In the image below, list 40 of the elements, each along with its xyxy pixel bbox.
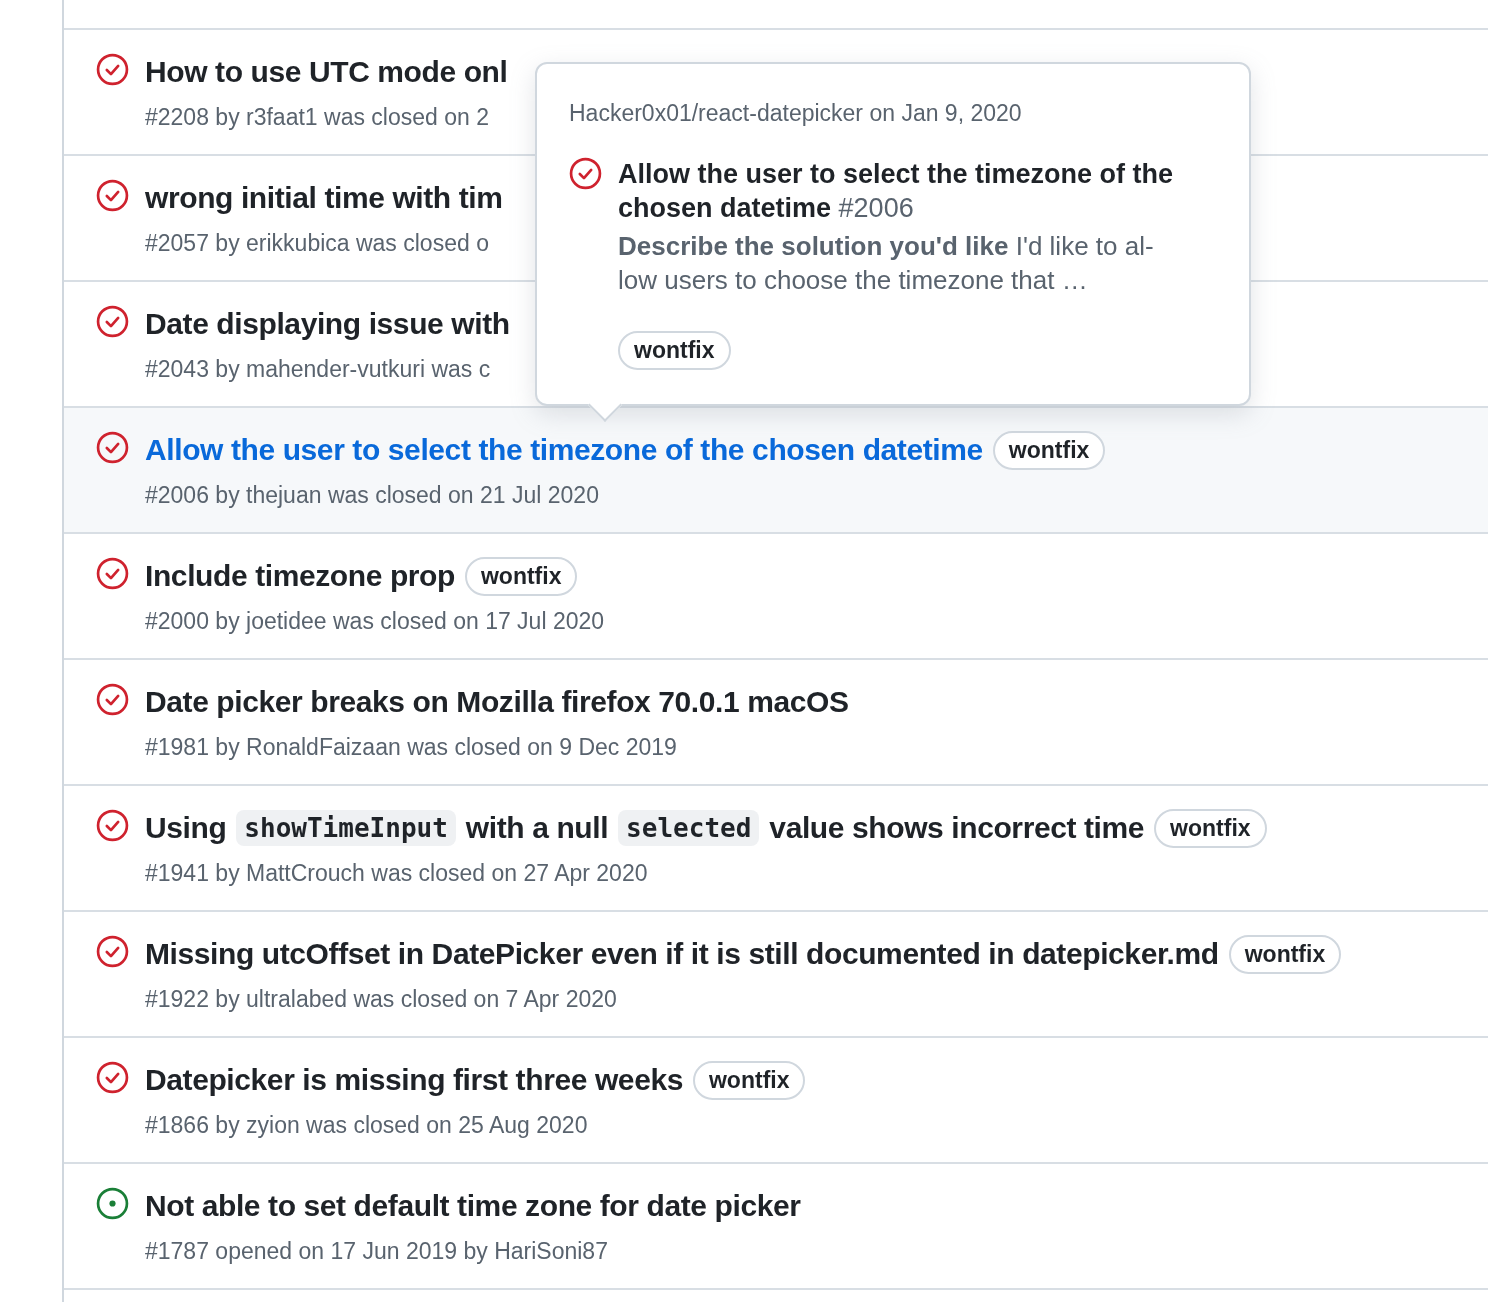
issue-meta: #1866 by zyion was closed on 25 Aug 2020 — [145, 1112, 589, 1139]
code-snippet[interactable]: selected — [618, 810, 760, 846]
label-tag[interactable]: wontfix — [618, 331, 731, 370]
issue-row[interactable]: Date picker breaks on Mozilla firefox 70.0.1 macOS #1981 by RonaldFaizaan was closed on 9 Dec 2019 — [64, 660, 1488, 786]
issue-row[interactable]: Using showTimeInput with a null selected value shows incorrect time wontfix #1941 by MattCrouch was closed on 27 Apr 2020 — [64, 786, 1488, 912]
issue-title[interactable]: Datepicker is missing first three weeks — [145, 1063, 683, 1097]
issue-excerpt: Describe the solution you'd like I'd like to al-low users to choose the timezone that … — [618, 230, 1155, 297]
issue-meta: #2043 by mahender-vutkuri was c — [145, 356, 492, 383]
issue-meta: #2006 by thejuan was closed on 21 Jul 2020 — [145, 482, 600, 509]
issue-title[interactable]: Allow the user to select the timezone of the chosen datetime — [145, 433, 983, 467]
issue-title[interactable]: Allow the user to select the timezone of the chosen datetime #2006 — [618, 157, 1217, 225]
issue-row[interactable]: Datepicker is missing first three weeks wontfix #1866 by zyion was closed on 25 Aug 2020 — [64, 1038, 1488, 1164]
label-tag[interactable]: wontfix — [992, 430, 1106, 470]
issue-title[interactable]: How to use UTC mode onl — [145, 55, 508, 89]
label-tag[interactable]: wontfix — [464, 556, 578, 596]
issue-title[interactable]: Using — [145, 811, 227, 845]
issue-meta: #1922 by ultralabed was closed on 7 Apr 2020 — [145, 986, 618, 1013]
issue-row[interactable]: Missing utcOffset in DatePicker even if it is still documented in datepicker.md wontfix #1922 by ultralabed was closed on 7 Apr 2020 — [64, 912, 1488, 1038]
issue-title[interactable]: Date displaying issue with — [145, 307, 510, 341]
issue-title[interactable]: Date picker breaks on Mozilla firefox 70.0.1 macOS — [145, 685, 849, 719]
issue-title[interactable]: with a null — [465, 811, 609, 845]
issue-meta: #1941 by MattCrouch was closed on 27 Apr 2020 — [145, 860, 649, 887]
issue-meta: #1787 opened on 17 Jun 2019 by HariSoni87 — [145, 1238, 609, 1265]
issue-title[interactable]: Include timezone prop — [145, 559, 455, 593]
code-snippet[interactable]: showTimeInput — [236, 810, 456, 846]
issue-title[interactable]: value shows incorrect time — [769, 811, 1145, 845]
issue-row[interactable]: Not able to set default time zone for date picker #1787 opened on 17 Jun 2019 by HariSoni87 — [64, 1164, 1488, 1290]
issue-title[interactable]: Missing utcOffset in DatePicker even if it is still documented in datepicker.md — [145, 937, 1219, 971]
issue-meta: #2000 by joetidee was closed on 17 Jul 2020 — [145, 608, 605, 635]
issue-meta: #1981 by RonaldFaizaan was closed on 9 Dec 2019 — [145, 734, 678, 761]
issue-title[interactable]: Not able to set default time zone for date picker — [145, 1189, 801, 1223]
label-tag[interactable]: wontfix — [693, 1060, 806, 1100]
issue-meta: #2057 by erikkubica was closed o — [145, 230, 490, 257]
issue-meta: #2208 by r3faat1 was closed on 2 — [145, 104, 490, 131]
repo-context: Hacker0x01/react-datepicker on Jan 9, 2020 — [569, 100, 1023, 127]
issue-title[interactable]: wrong initial time with tim — [145, 181, 503, 215]
label-tag[interactable]: wontfix — [1228, 934, 1342, 974]
label-tag[interactable]: wontfix — [1154, 808, 1267, 848]
issue-row[interactable]: Allow the user to select the timezone of the chosen datetime wontfix #2006 by thejuan was closed on 21 Jul 2020 — [64, 408, 1488, 534]
issue-row[interactable]: Include timezone prop wontfix #2000 by joetidee was closed on 17 Jul 2020 — [64, 534, 1488, 660]
